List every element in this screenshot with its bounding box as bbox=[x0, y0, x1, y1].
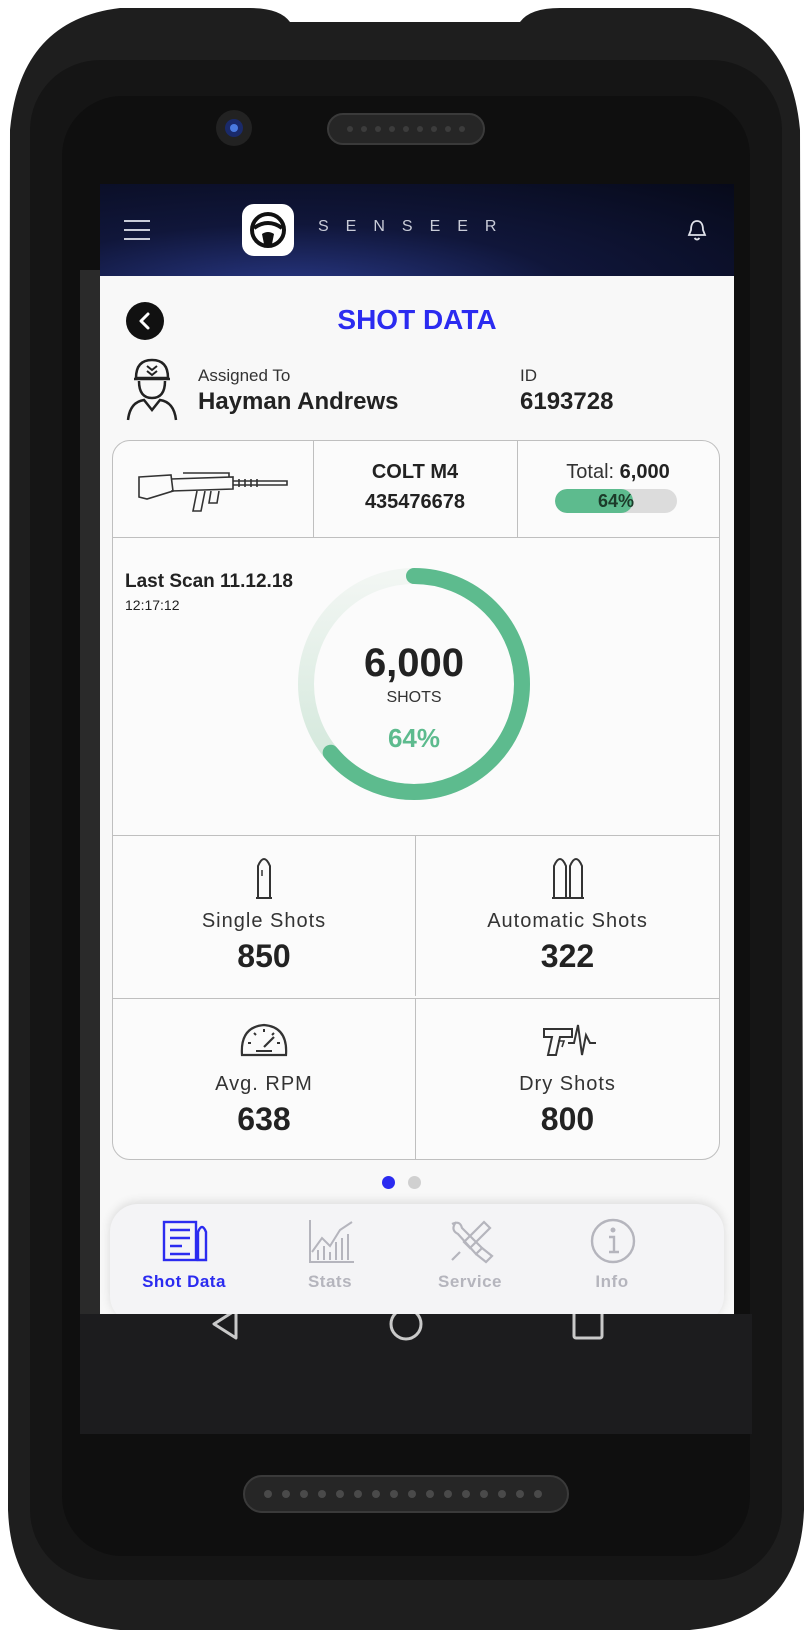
last-scan-time: 12:17:12 bbox=[125, 597, 180, 613]
weapon-serial: 435476678 bbox=[364, 491, 466, 513]
stat-label: Single Shots bbox=[201, 910, 327, 932]
stat-value: 850 bbox=[237, 938, 291, 974]
service-tools-icon bbox=[451, 1220, 494, 1264]
page-indicator bbox=[382, 1176, 442, 1190]
weapon-card: COLT M4 435476678 Total: 6,000 64% Last … bbox=[112, 440, 720, 1160]
app-screen: SENSEER SHOT DATA Assigned To Hayman And… bbox=[100, 184, 734, 1314]
bottom-nav: Shot Data Stats Service Info bbox=[110, 1204, 724, 1314]
page-dot[interactable] bbox=[408, 1176, 421, 1189]
nav-shot-data[interactable]: Shot Data bbox=[124, 1216, 244, 1306]
page-dot[interactable] bbox=[382, 1176, 395, 1189]
double-bullet-icon bbox=[551, 858, 584, 899]
notification-bell-icon[interactable] bbox=[686, 218, 708, 242]
stat-label: Dry Shots bbox=[519, 1073, 616, 1095]
rifle-icon bbox=[138, 472, 288, 512]
usage-progress-label: 64% bbox=[597, 491, 635, 511]
info-icon bbox=[590, 1218, 636, 1264]
ring-percent: 64% bbox=[387, 723, 441, 753]
stat-dry-shots: Dry Shots 800 bbox=[415, 998, 719, 1159]
usage-progress-bar: 64% bbox=[555, 489, 677, 513]
total-label: Total: bbox=[566, 461, 615, 483]
back-button[interactable] bbox=[126, 302, 164, 340]
pistol-pulse-icon bbox=[542, 1024, 596, 1056]
id-value: 6193728 bbox=[520, 388, 614, 415]
soldier-avatar-icon bbox=[126, 358, 178, 421]
app-logo bbox=[242, 204, 294, 256]
stat-label: Automatic Shots bbox=[487, 910, 648, 932]
weapon-model: COLT M4 bbox=[371, 461, 459, 483]
shot-data-icon bbox=[162, 1220, 208, 1262]
nav-info[interactable]: Info bbox=[552, 1216, 672, 1306]
id-label: ID bbox=[520, 366, 537, 385]
stat-single-shots: Single Shots 850 bbox=[113, 836, 415, 996]
stat-label: Avg. RPM bbox=[215, 1073, 313, 1095]
weapon-image-cell bbox=[113, 441, 314, 537]
nav-label: Service bbox=[438, 1272, 502, 1291]
main-content: SHOT DATA Assigned To Hayman Andrews ID … bbox=[100, 276, 734, 1314]
nav-stats[interactable]: Stats bbox=[270, 1216, 390, 1306]
brand-name: SENSEER bbox=[318, 218, 514, 235]
stat-value: 638 bbox=[237, 1101, 291, 1137]
weapon-total-cell: Total: 6,000 64% bbox=[517, 441, 719, 537]
single-bullet-icon bbox=[256, 858, 272, 899]
last-scan-title: Last Scan 11.12.18 bbox=[125, 571, 293, 592]
weapon-summary-row: COLT M4 435476678 Total: 6,000 64% bbox=[113, 441, 719, 538]
nav-service[interactable]: Service bbox=[410, 1216, 530, 1306]
ring-shots-value: 6,000 bbox=[363, 641, 465, 685]
chevron-left-icon bbox=[139, 312, 150, 330]
stats-grid: Single Shots 850 Automatic Shots 322 Avg… bbox=[113, 835, 719, 1159]
app-bar: SENSEER bbox=[100, 184, 734, 276]
assigned-name: Hayman Andrews bbox=[198, 388, 399, 415]
page-title: SHOT DATA bbox=[337, 304, 497, 335]
stat-automatic-shots: Automatic Shots 322 bbox=[415, 836, 719, 996]
total-value: 6,000 bbox=[619, 461, 670, 483]
assigned-to-label: Assigned To bbox=[198, 366, 291, 385]
speedometer-icon bbox=[240, 1023, 288, 1057]
stat-value: 322 bbox=[540, 938, 595, 974]
nav-label: Stats bbox=[307, 1272, 353, 1291]
stat-value: 800 bbox=[540, 1101, 595, 1137]
ring-shots-unit: SHOTS bbox=[386, 689, 442, 706]
weapon-model-cell: COLT M4 435476678 bbox=[313, 441, 518, 537]
total-shots: Total: 6,000 bbox=[517, 461, 719, 484]
menu-icon[interactable] bbox=[124, 220, 150, 240]
stat-avg-rpm: Avg. RPM 638 bbox=[113, 998, 415, 1159]
nav-label: Shot Data bbox=[142, 1272, 226, 1291]
stats-chart-icon bbox=[309, 1220, 354, 1263]
nav-label: Info bbox=[595, 1272, 629, 1291]
